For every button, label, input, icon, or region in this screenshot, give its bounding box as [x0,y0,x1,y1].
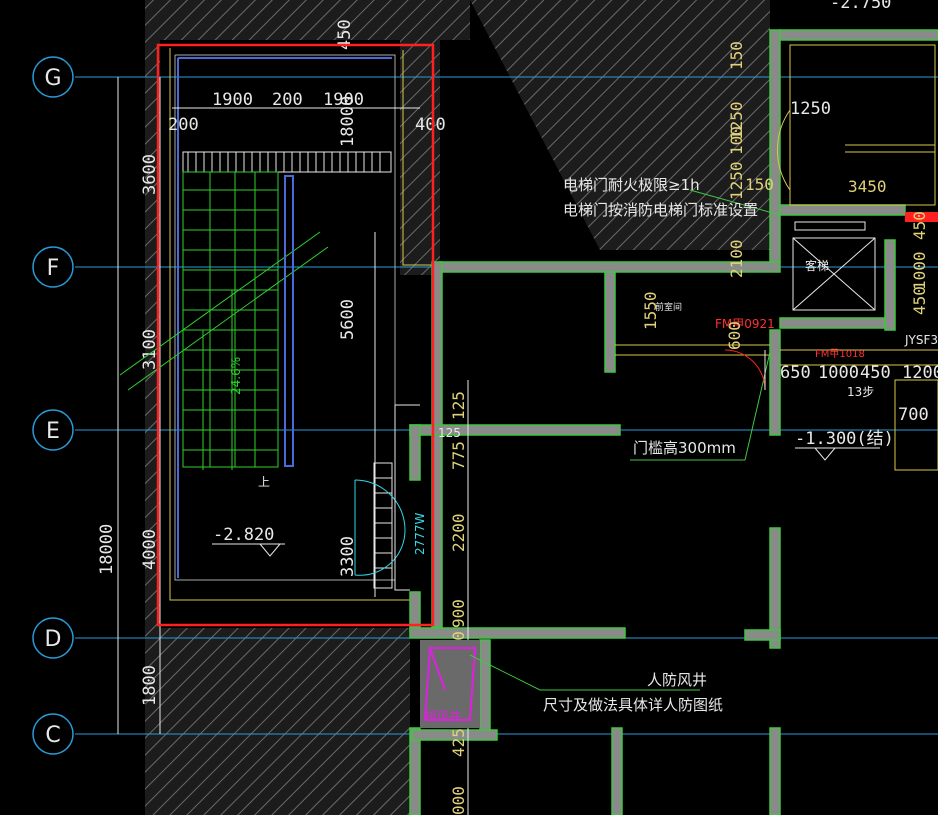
note-elevator-fire: 电梯门耐火极限≥1h [563,176,700,194]
note-air-shaft-detail: 尺寸及做法具体详人防图纸 [543,696,723,714]
door-tag-fm1018: FM甲1018 [815,349,865,360]
axis-bubble-g: G [32,56,74,98]
dim-r450b: 450 [910,286,929,315]
dim-r100: 100 [727,126,746,155]
dim-r1550: 1550 [641,291,660,330]
svg-text:G: G [44,66,61,91]
dim-r1000: 1000 [910,251,929,290]
elevator-label: 客梯 [805,258,829,273]
dim-r450a: 450 [910,211,929,240]
level-1300: -1.300(结) [795,429,894,449]
dim-18000-left: 18000 [97,524,117,575]
dim-c125b: 125 [438,426,461,440]
dim-c2200: 2200 [449,513,468,552]
dim-r3450: 3450 [848,177,887,196]
dim-400: 400 [415,115,446,135]
axis-bubbles: G F E D C [32,56,74,755]
dim-r2100: 2100 [727,239,746,278]
dim-c425: 425 [449,728,468,757]
dim-1800: 1800 [140,665,160,706]
note-elevator-standard: 电梯门按消防电梯门标准设置 [563,201,758,219]
dim-r1200: 1200 [902,363,938,383]
svg-text:D: D [45,627,62,652]
dim-c775: 775 [449,441,468,470]
cad-drawing: G F E D C 18000 3600 3100 4000 1800 客梯 2… [32,0,938,815]
svg-text:F: F [47,256,60,281]
dim-c900: 900 [449,599,468,628]
dim-1900b: 1900 [323,90,364,110]
dim-1900a: 1900 [212,90,253,110]
steps-13: 13步 [847,385,874,399]
stair-up-mark: 上 [258,475,270,489]
note-threshold: 门槛高300mm [633,439,736,457]
dim-200: 200 [272,90,303,110]
level-2820: -2.820 [213,525,274,545]
level-top: -2.750 [830,0,891,13]
svg-text:C: C [45,723,60,748]
level-marker-1300 [795,447,880,461]
dim-r600: 600 [725,321,744,350]
dim-r650: 650 [780,363,811,383]
jysf-tag: JYSF3 [904,333,938,347]
door-arc-red [724,349,766,391]
note-air-shaft: 人防风井 [647,671,707,689]
shaft-small-label: 排风井 [425,709,461,723]
dim-r150b: 150 [745,175,774,194]
dim-5600: 5600 [338,299,358,340]
dim-r700: 700 [898,405,929,425]
svg-text:E: E [46,419,60,444]
dim-r450c: 450 [860,363,891,383]
dim-r1250-top: 1250 [790,99,831,119]
stair-slope: 24.6% [229,357,243,395]
dim-c125: 125 [449,391,468,420]
axis-bubble-d: D [32,617,74,659]
dim-c000: 000 [449,786,468,815]
axis-bubble-c: C [32,713,74,755]
dim-r1000b: 1000 [818,363,859,383]
dim-200-left: 200 [168,115,199,135]
cyan-dim: 2777W [413,512,427,555]
dim-r150: 150 [727,41,746,70]
axis-bubble-e: E [32,409,74,451]
door-tag-fm0921: FM甲0921 [715,317,775,331]
axis-bubble-f: F [32,246,74,288]
dim-r1250b: 1250 [727,161,746,200]
